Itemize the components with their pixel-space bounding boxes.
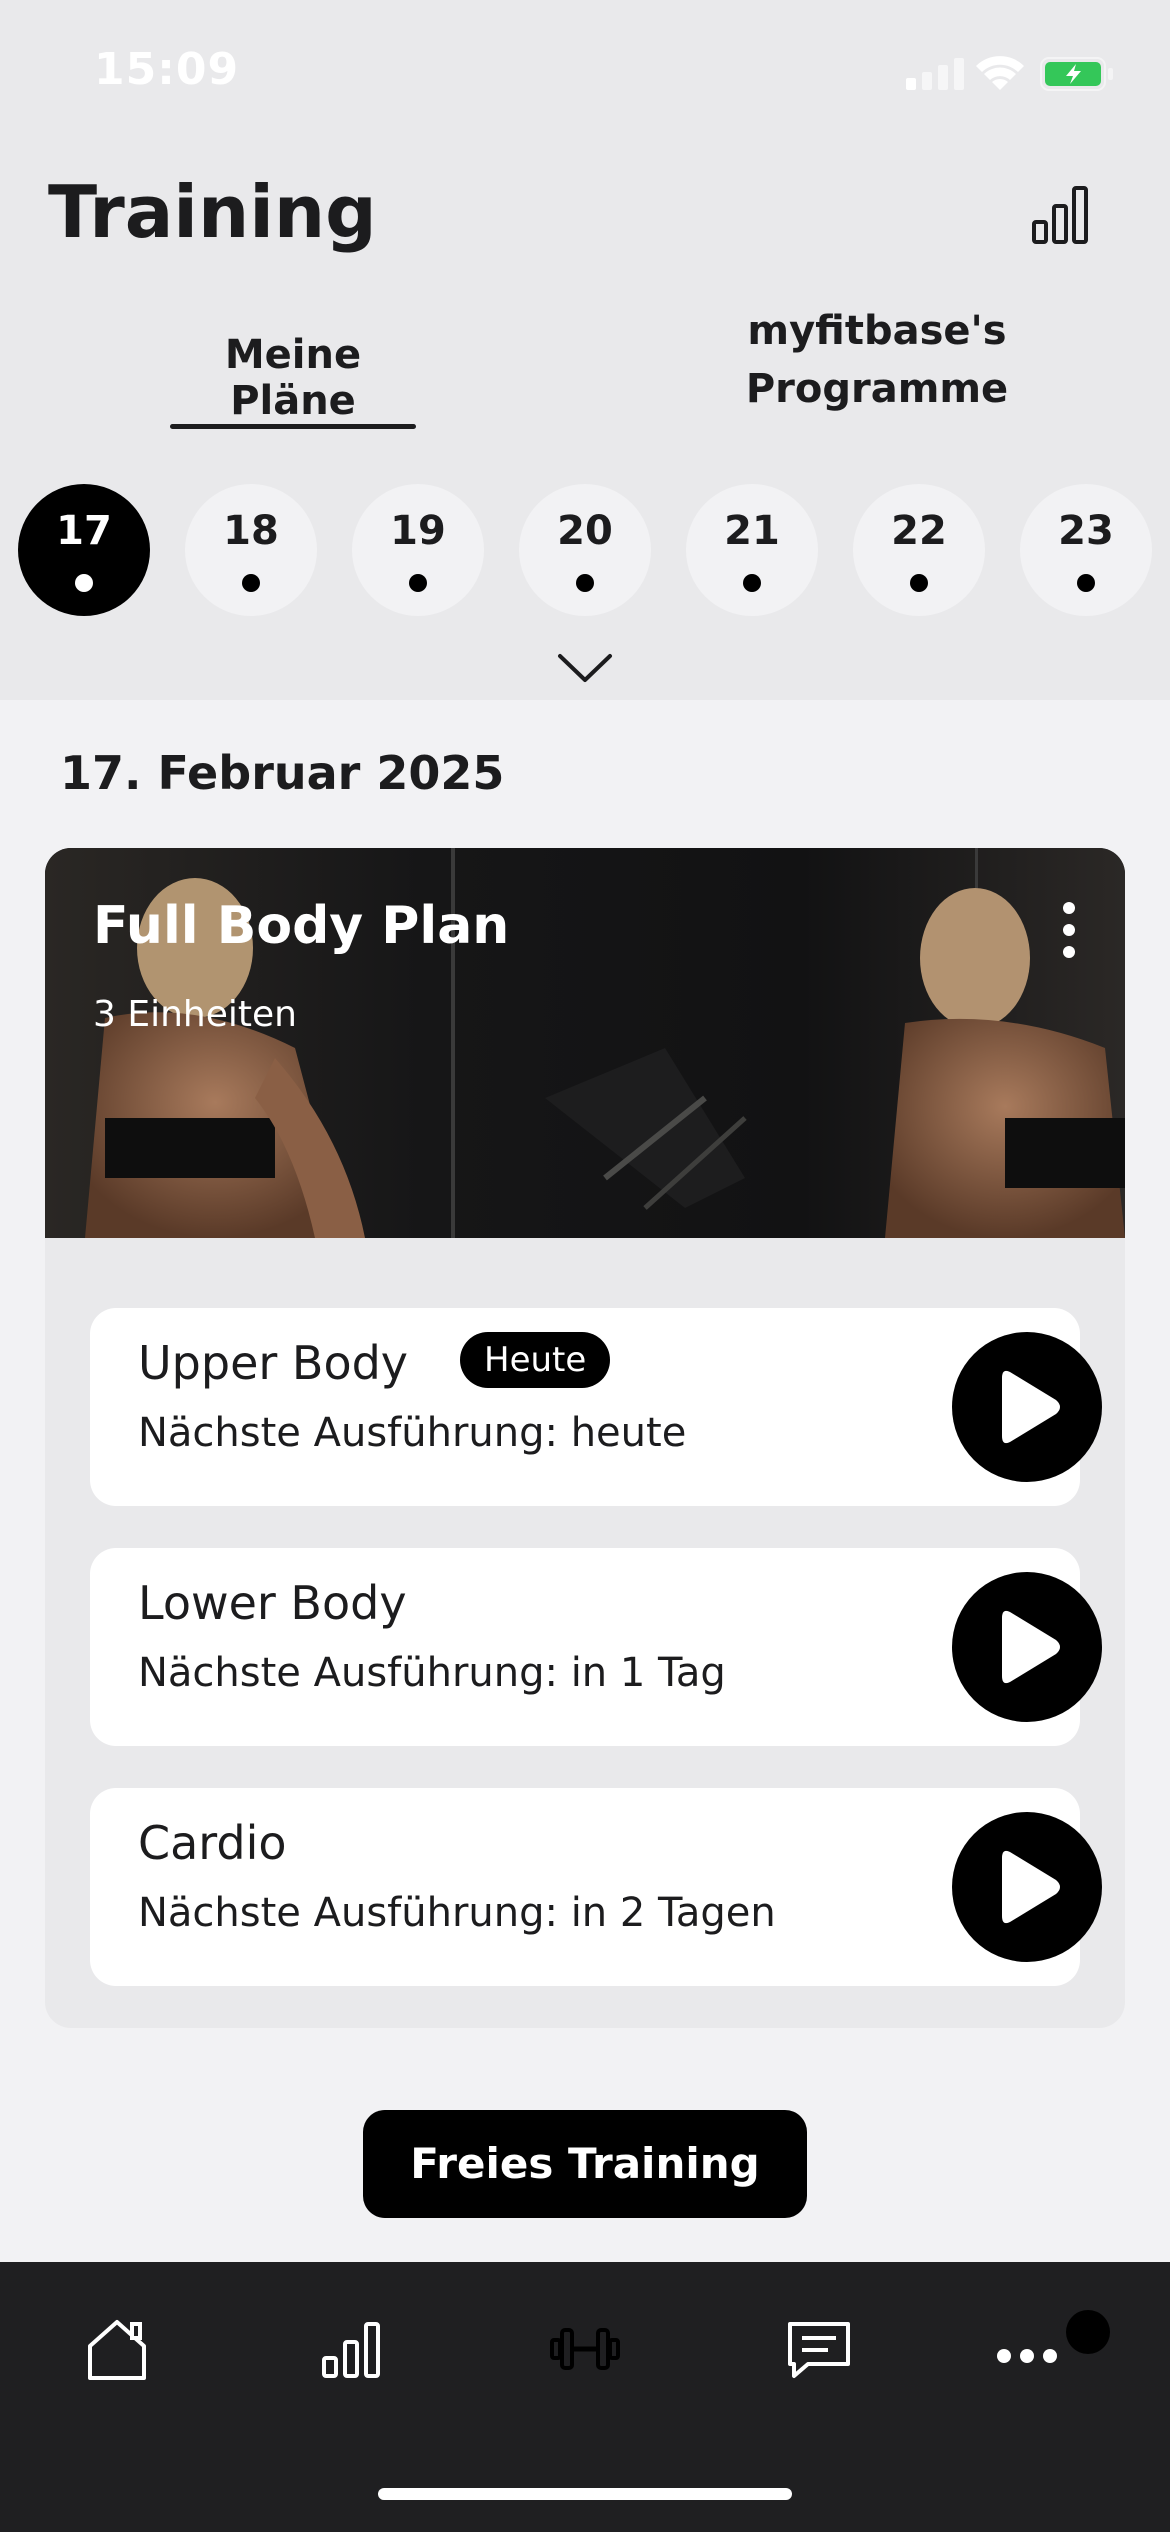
plan-units-count: 3 Einheiten	[93, 994, 297, 1035]
notification-dot	[1066, 2310, 1110, 2354]
day-20[interactable]: 20	[519, 484, 651, 616]
cellular-signal-icon	[906, 58, 964, 90]
workout-card-lower-body[interactable]: Lower Body Nächste Ausführung: in 1 Tag	[90, 1548, 1102, 1746]
more-icon[interactable]	[990, 2312, 1064, 2386]
active-tab-indicator	[170, 424, 416, 429]
day-event-dot	[743, 574, 761, 592]
play-icon	[1002, 1370, 1060, 1444]
more-vertical-icon[interactable]	[1057, 900, 1081, 960]
day-event-dot	[242, 574, 260, 592]
day-19[interactable]: 19	[352, 484, 484, 616]
battery-icon	[1040, 57, 1113, 91]
play-button[interactable]	[952, 1332, 1102, 1482]
day-number: 18	[223, 508, 279, 554]
day-number: 21	[724, 508, 780, 554]
today-badge: Heute	[460, 1332, 611, 1388]
play-icon	[1002, 1610, 1060, 1684]
day-event-dot	[409, 574, 427, 592]
dumbbell-icon[interactable]	[548, 2312, 622, 2386]
status-bar: 15:09	[0, 0, 1170, 140]
day-selector: 17 18 19 20 21 22 23	[0, 484, 1170, 618]
day-event-dot	[75, 574, 93, 592]
wifi-icon	[976, 56, 1024, 90]
plan-hero-image[interactable]: Full Body Plan 3 Einheiten	[45, 848, 1125, 1238]
play-icon	[1002, 1850, 1060, 1924]
day-number: 19	[390, 508, 446, 554]
day-number: 23	[1058, 508, 1114, 554]
chat-icon[interactable]	[782, 2312, 856, 2386]
workout-name: Cardio	[138, 1816, 287, 1870]
day-21[interactable]: 21	[686, 484, 818, 616]
day-event-dot	[1077, 574, 1095, 592]
selected-date: 17. Februar 2025	[60, 746, 505, 800]
home-indicator	[378, 2488, 792, 2500]
free-training-button[interactable]: Freies Training	[363, 2110, 807, 2218]
plan-card: Full Body Plan 3 Einheiten Upper Body He…	[45, 848, 1125, 2028]
workout-card-upper-body[interactable]: Upper Body Heute Nächste Ausführung: heu…	[90, 1308, 1102, 1506]
statistics-icon[interactable]	[1028, 180, 1096, 248]
day-event-dot	[910, 574, 928, 592]
workout-name: Upper Body	[138, 1336, 409, 1390]
stats-icon[interactable]	[314, 2312, 388, 2386]
play-button[interactable]	[952, 1812, 1102, 1962]
plan-title: Full Body Plan	[93, 896, 510, 956]
home-icon[interactable]	[80, 2312, 154, 2386]
workout-next-execution: Nächste Ausführung: heute	[138, 1410, 687, 1456]
day-22[interactable]: 22	[853, 484, 985, 616]
day-event-dot	[576, 574, 594, 592]
day-number: 20	[557, 508, 613, 554]
day-23[interactable]: 23	[1020, 484, 1152, 616]
day-18[interactable]: 18	[185, 484, 317, 616]
tab-meine-plaene[interactable]: Meine Pläne	[170, 332, 416, 424]
workout-name: Lower Body	[138, 1576, 407, 1630]
page-title: Training	[48, 170, 377, 254]
day-number: 17	[56, 508, 112, 554]
chevron-down-icon[interactable]	[556, 650, 614, 684]
day-17[interactable]: 17	[18, 484, 150, 616]
play-button[interactable]	[952, 1572, 1102, 1722]
workout-next-execution: Nächste Ausführung: in 2 Tagen	[138, 1890, 776, 1936]
tab-myfitbase-programme[interactable]: myfitbase's Programme	[700, 302, 1054, 418]
workout-card-cardio[interactable]: Cardio Nächste Ausführung: in 2 Tagen	[90, 1788, 1102, 1986]
day-number: 22	[891, 508, 947, 554]
status-time: 15:09	[94, 44, 240, 95]
workout-next-execution: Nächste Ausführung: in 1 Tag	[138, 1650, 726, 1696]
